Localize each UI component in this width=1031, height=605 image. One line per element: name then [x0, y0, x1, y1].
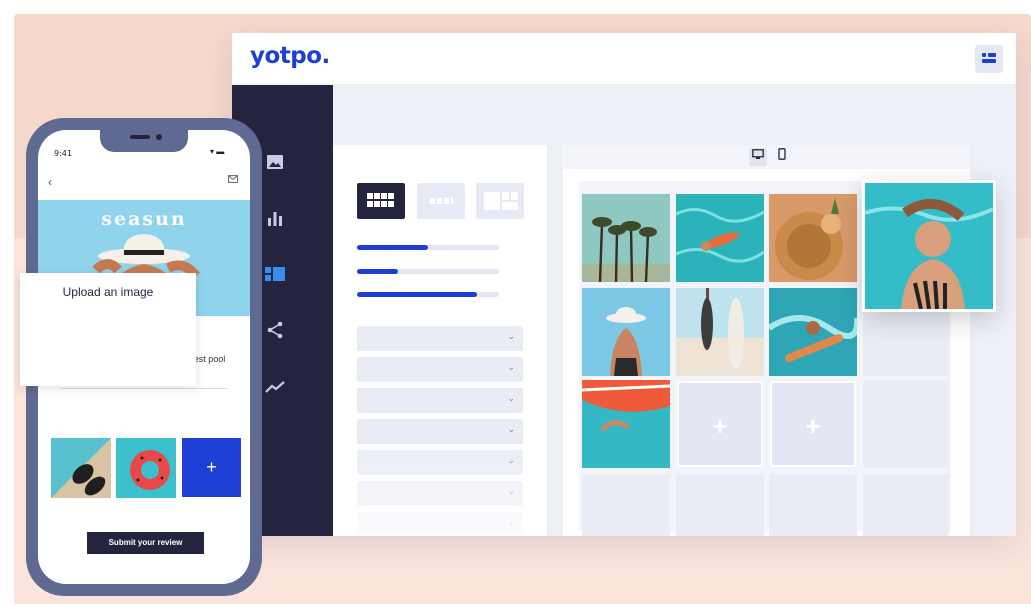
- svg-text:›: ›: [457, 199, 460, 206]
- plus-icon: +: [712, 411, 728, 441]
- list-icon: [982, 53, 986, 57]
- camera: [156, 134, 162, 140]
- empty-tile: [582, 474, 670, 536]
- chevron-down-icon: ⌄: [507, 424, 515, 434]
- chevron-down-icon: ⌄: [507, 393, 515, 403]
- menu-button[interactable]: [975, 45, 1003, 73]
- mosaic-layout-button[interactable]: [476, 183, 524, 219]
- upload-title: Upload an image: [62, 285, 154, 299]
- upload-card: Upload an image: [20, 273, 196, 386]
- chevron-down-icon: ⌄: [507, 331, 515, 341]
- gallery-photo-woman[interactable]: [582, 288, 670, 376]
- panel-fade: [333, 445, 547, 536]
- marketing-illustration: yotpo. ‹ › ⌄ ⌄ ⌄ ⌄ + + 9:41 ▾ ▬ ‹ seasun…: [0, 0, 1031, 605]
- gallery-photo-surfboards[interactable]: [676, 288, 764, 376]
- slider-1[interactable]: [357, 245, 499, 250]
- dragged-photo-card[interactable]: [862, 180, 996, 312]
- mobile-icon[interactable]: [773, 148, 791, 166]
- wifi-battery-icon: ▾ ▬: [210, 147, 225, 156]
- mail-icon[interactable]: [228, 175, 238, 186]
- phone-notch: [100, 130, 188, 152]
- chevron-down-icon: ⌄: [507, 362, 515, 372]
- gallery-photo-hat[interactable]: [769, 194, 857, 282]
- empty-tile: [863, 474, 949, 536]
- add-photo-tile-2[interactable]: +: [770, 381, 856, 467]
- upload-photo-watermelon-float[interactable]: [116, 438, 176, 498]
- status-time: 9:41: [54, 149, 72, 158]
- top-bar: yotpo.: [232, 33, 1016, 85]
- slider-2[interactable]: [357, 269, 499, 274]
- dropdown-1[interactable]: ⌄: [357, 326, 523, 351]
- speaker: [130, 135, 150, 139]
- dropdown-2[interactable]: ⌄: [357, 357, 523, 382]
- gallery-photo-palms[interactable]: [582, 194, 670, 282]
- dropdown-4[interactable]: ⌄: [357, 419, 523, 444]
- plus-icon: +: [805, 411, 821, 441]
- gallery-photo-floating[interactable]: [676, 194, 764, 282]
- device-toggle: [563, 145, 970, 169]
- trend-icon[interactable]: [264, 377, 286, 399]
- add-photo-tile-1[interactable]: +: [677, 381, 763, 467]
- upload-add-button[interactable]: +: [182, 438, 241, 497]
- svg-text:‹: ‹: [423, 199, 426, 206]
- slider-3-fill: [357, 292, 477, 297]
- layout-icon[interactable]: [264, 265, 286, 287]
- empty-tile: [769, 474, 857, 536]
- list-icon-bar: [988, 53, 996, 57]
- upload-photo-sandals[interactable]: [51, 438, 111, 498]
- gallery-photo-surfer[interactable]: [769, 288, 857, 376]
- bar-chart-icon[interactable]: [264, 209, 286, 231]
- slider-1-fill: [357, 245, 428, 250]
- dropdown-3[interactable]: ⌄: [357, 388, 523, 413]
- grid-layout-button[interactable]: [357, 183, 405, 219]
- brand-name: seasun: [101, 208, 187, 230]
- share-icon[interactable]: [264, 321, 286, 343]
- divider: [60, 388, 228, 389]
- yotpo-logo[interactable]: yotpo.: [250, 43, 330, 69]
- photo-woman-pool: [865, 183, 993, 309]
- image-icon[interactable]: [264, 153, 286, 175]
- back-icon[interactable]: ‹: [48, 175, 52, 189]
- list-icon-bar: [982, 59, 996, 63]
- submit-review-button[interactable]: Submit your review: [87, 532, 204, 554]
- gallery-photo-pool-float[interactable]: [582, 380, 670, 468]
- empty-tile: [863, 380, 949, 468]
- carousel-layout-button[interactable]: ‹ ›: [417, 183, 465, 219]
- settings-panel: ‹› ⌄ ⌄ ⌄ ⌄ ⌄ ⌄ ⌄: [333, 145, 547, 536]
- slider-2-fill: [357, 269, 398, 274]
- desktop-icon[interactable]: [749, 148, 767, 166]
- slider-3[interactable]: [357, 292, 499, 297]
- empty-tile: [676, 474, 764, 536]
